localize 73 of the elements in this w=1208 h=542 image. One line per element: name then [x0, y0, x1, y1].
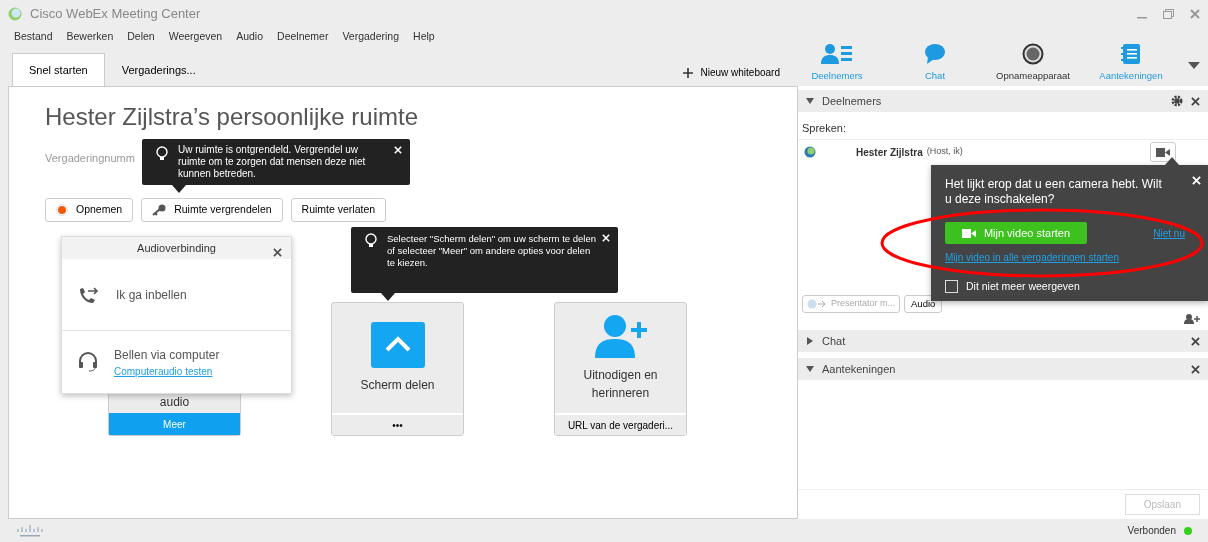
- collapsed-caret-icon[interactable]: [806, 337, 814, 345]
- plus-icon: [682, 67, 693, 78]
- room-title: Hester Zijlstra’s persoonlijke ruimte: [45, 103, 418, 132]
- meeting-number-label: Vergaderingnumm: [45, 150, 135, 166]
- notepad-icon: [1121, 42, 1141, 65]
- status-icon: [804, 146, 816, 158]
- tile-footer-button[interactable]: •••: [332, 413, 463, 436]
- section-title[interactable]: Chat: [822, 332, 846, 350]
- status-text: Verbonden: [1127, 524, 1176, 538]
- tab[interactable]: Vergaderings...: [104, 52, 213, 86]
- record-circle-icon: [1022, 42, 1044, 65]
- menu-item[interactable]: Bestand: [14, 29, 53, 45]
- camera-message: Het lijkt erop dat u een camera hebt. Wilt u deze inschakelen?: [945, 177, 1163, 207]
- menu-item[interactable]: Bewerken: [66, 29, 114, 45]
- tile-footer-button[interactable]: URL van de vergaderi...: [555, 413, 686, 436]
- section-title[interactable]: Aantekeningen: [822, 360, 896, 378]
- video-button[interactable]: [1150, 142, 1176, 162]
- checkbox-label: Dit niet meer weergeven: [966, 279, 1080, 294]
- camera-icon: [1156, 147, 1170, 157]
- speech-bubble-icon: [924, 42, 946, 65]
- not-now-link[interactable]: Niet nu: [1153, 225, 1185, 241]
- collapse-caret-icon[interactable]: [806, 98, 814, 104]
- participant-name[interactable]: Hester Zijlstra: [856, 144, 923, 160]
- logo-icon: [16, 523, 46, 538]
- dropdown-caret-icon[interactable]: [1188, 62, 1200, 70]
- menu-item[interactable]: Delen: [127, 29, 155, 45]
- participant-role: (Host, ik): [926, 145, 963, 159]
- lightbulb-icon: [156, 146, 168, 162]
- ball-arrow-icon: [807, 299, 827, 309]
- tooltip-close-icon[interactable]: [394, 146, 402, 155]
- menu-item[interactable]: Deelnemer: [277, 29, 329, 45]
- popup-title: Audioverbinding: [137, 240, 216, 256]
- tooltip-close-icon[interactable]: [602, 234, 610, 243]
- app-logo-icon: [8, 7, 22, 21]
- menu-item[interactable]: Help: [413, 29, 435, 45]
- popup-close-icon[interactable]: [273, 247, 282, 257]
- tile-label: Scherm delen: [360, 377, 435, 395]
- tab[interactable]: Snel starten: [12, 52, 105, 86]
- window-title: Cisco WebEx Meeting Center: [30, 5, 201, 24]
- expanded-caret-icon[interactable]: [806, 365, 814, 373]
- settings-icon[interactable]: [1171, 95, 1183, 107]
- people-list-icon: [821, 42, 853, 65]
- camera-icon: [961, 228, 976, 238]
- tooltip-text: Uw ruimte is ontgrendeld. Vergrendel uw ruimte om te zorgen dat mensen deze niet kunnen betreden.: [178, 144, 366, 179]
- menu-item[interactable]: Vergadering: [342, 29, 400, 45]
- new-whiteboard-button[interactable]: Nieuw whiteboard: [674, 65, 788, 86]
- toolbar-button[interactable]: Opnameapparaat: [984, 42, 1082, 86]
- record-dot-icon: [56, 204, 68, 217]
- add-person-icon: [592, 314, 649, 359]
- tile-label: audio: [159, 394, 190, 412]
- lightbulb-icon: [365, 233, 377, 249]
- audio-option[interactable]: Bellen via computer: [114, 345, 220, 364]
- speaking-label: Spreken:: [802, 122, 847, 134]
- section-close-icon[interactable]: [1191, 365, 1200, 375]
- add-person-icon[interactable]: [1184, 314, 1200, 324]
- room-button[interactable]: Ruimte vergrendelen: [141, 198, 283, 223]
- audio-option[interactable]: Ik ga inbellen: [116, 285, 187, 304]
- phone-arrow-icon: [78, 285, 100, 304]
- share-screen-icon: [370, 322, 425, 369]
- key-icon: [152, 204, 167, 217]
- room-button[interactable]: Ruimte verlaten: [290, 198, 387, 223]
- panel-close-icon[interactable]: [1191, 96, 1200, 106]
- tooltip-text: Selecteer "Scherm delen" om uw scherm te delen of selecteer "Meer" om andere opties voor delen te kiezen.: [387, 233, 596, 268]
- room-button[interactable]: Opnemen: [45, 198, 134, 223]
- section-close-icon[interactable]: [1191, 337, 1200, 347]
- invite-tile[interactable]: Uitnodigen en herinneren URL van de vergaderi...: [554, 302, 687, 437]
- panel-title: Deelnemers: [822, 93, 882, 109]
- menu-item[interactable]: Weergeven: [168, 29, 223, 45]
- menu-item[interactable]: Audio: [236, 29, 264, 45]
- share-tile[interactable]: Scherm delen •••: [331, 302, 464, 437]
- checkbox[interactable]: [945, 280, 958, 294]
- headset-icon: [78, 352, 98, 372]
- tile-label: Uitnodigen en herinneren: [582, 367, 659, 403]
